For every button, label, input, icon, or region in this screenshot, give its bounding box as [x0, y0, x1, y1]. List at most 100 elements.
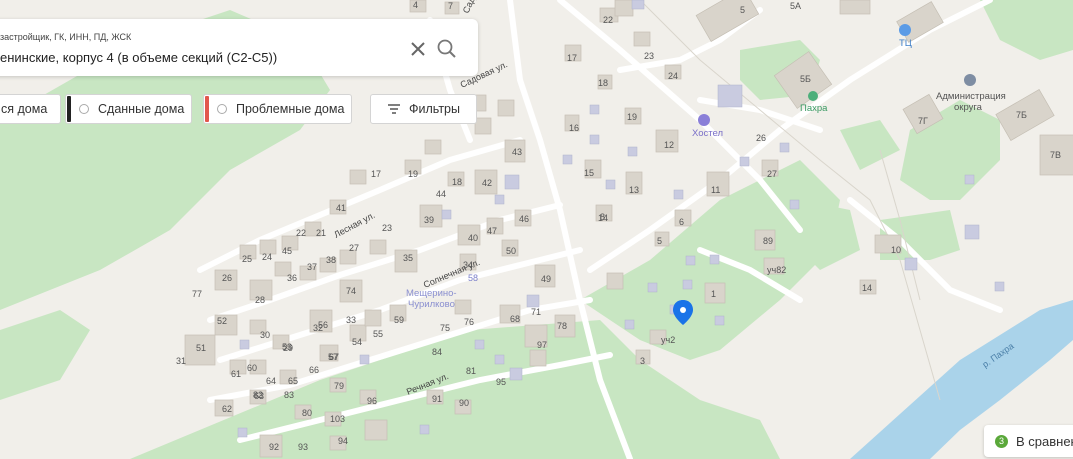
compare-button[interactable]: 3 В сравнен: [984, 425, 1073, 457]
house-number: 83: [284, 390, 294, 400]
filters-button[interactable]: Фильтры: [370, 94, 477, 124]
house-number: 38: [326, 255, 336, 265]
house-number: 23: [382, 223, 392, 233]
house-number: 1: [711, 289, 716, 299]
house-number: 29: [283, 343, 293, 353]
hostel-label: Хостел: [692, 128, 723, 139]
house-number: 62: [222, 404, 232, 414]
house-number: 97: [537, 340, 547, 350]
house-number: 21: [316, 228, 326, 238]
problem-radio[interactable]: [217, 104, 227, 114]
house-number: 51: [196, 343, 206, 353]
house-number: 4: [413, 0, 418, 10]
house-number: 58: [468, 273, 478, 283]
house-number: 68: [510, 314, 520, 324]
completed-houses-label: Сданные дома: [98, 102, 185, 116]
house-number: 78: [557, 321, 567, 331]
house-number: 6: [679, 217, 684, 227]
house-number: 16: [569, 123, 579, 133]
filters-label: Фильтры: [409, 102, 460, 116]
building-houses-button[interactable]: ся дома: [0, 94, 61, 124]
house-number: 24: [668, 71, 678, 81]
house-number: 52: [217, 316, 227, 326]
house-number: 8: [600, 212, 605, 222]
problem-houses-button[interactable]: Проблемные дома: [203, 94, 352, 124]
house-number: 89: [763, 236, 773, 246]
house-number: 93: [298, 442, 308, 452]
house-number: 11: [711, 185, 720, 195]
house-number: 67: [329, 352, 339, 362]
filter-icon: [388, 104, 400, 114]
house-number: 18: [598, 78, 608, 88]
house-number: 94: [338, 436, 348, 446]
house-number: 92: [269, 442, 279, 452]
house-number: 61: [231, 369, 241, 379]
admin-label-line: округа: [954, 102, 983, 113]
house-number: 5: [740, 5, 745, 15]
search-input[interactable]: енинские, корпус 4 (в объеме секций (С2-…: [0, 50, 277, 65]
house-number: 103: [330, 414, 345, 424]
house-number: 44: [436, 189, 446, 199]
tc-label: ТЦ: [899, 38, 912, 49]
house-number: 33: [346, 315, 356, 325]
house-number: 26: [222, 273, 232, 283]
house-number: 66: [309, 365, 319, 375]
house-number: 90: [459, 398, 469, 408]
house-number: 41: [336, 203, 346, 213]
house-number: 55: [373, 329, 383, 339]
house-number: 23: [644, 51, 654, 61]
house-number: 71: [531, 307, 541, 317]
compare-label: В сравнен: [1016, 433, 1073, 449]
house-number: 5А: [790, 1, 801, 11]
house-number: 13: [629, 185, 639, 195]
house-number: 18: [452, 177, 462, 187]
house-number: 43: [512, 147, 522, 157]
problem-marker: [205, 96, 209, 122]
house-number: 19: [408, 169, 418, 179]
house-number: 7В: [1050, 150, 1061, 160]
house-number: 3: [640, 356, 645, 366]
house-number: 17: [371, 169, 381, 179]
house-number: 26: [756, 133, 766, 143]
house-number: 59: [394, 315, 404, 325]
house-number: 81: [466, 366, 476, 376]
house-number: 27: [349, 243, 359, 253]
house-number: 42: [482, 178, 492, 188]
house-number: 7Б: [1016, 110, 1027, 120]
completed-houses-button[interactable]: Сданные дома: [65, 94, 192, 124]
house-number: 54: [352, 337, 362, 347]
house-number: уч2: [661, 335, 675, 345]
house-number: 7: [448, 1, 453, 11]
house-number: 56: [318, 320, 328, 330]
completed-radio[interactable]: [79, 104, 89, 114]
house-number: 49: [541, 274, 551, 284]
house-number: 77: [192, 289, 202, 299]
house-number: 40: [468, 233, 478, 243]
house-number: 74: [346, 286, 356, 296]
house-number: 5Б: [800, 74, 811, 84]
house-number: 12: [664, 140, 674, 150]
house-number: 10: [891, 245, 901, 255]
house-number: 79: [334, 381, 344, 391]
house-number: 7Г: [918, 116, 928, 126]
house-number: 22: [296, 228, 306, 238]
house-number: 28: [255, 295, 265, 305]
clear-icon[interactable]: [408, 39, 428, 59]
house-number: 24: [262, 252, 272, 262]
search-icon[interactable]: [436, 38, 458, 60]
pakhra-label: Пахра: [800, 103, 828, 114]
house-number: 25: [242, 254, 252, 264]
house-number: 35: [403, 253, 413, 263]
house-number: 30: [260, 330, 270, 340]
house-number: 50: [506, 246, 516, 256]
compare-count-badge: 3: [995, 434, 1008, 448]
house-number: 47: [487, 226, 497, 236]
house-number: 14: [862, 283, 872, 293]
house-number: 46: [519, 214, 529, 224]
search-panel: застройщик, ГК, ИНН, ПД, ЖСК енинские, к…: [0, 19, 478, 76]
village-label: Мещерино- Чурилково: [406, 288, 459, 310]
house-number: уч82: [767, 265, 786, 275]
house-number: 64: [266, 376, 276, 386]
house-number: 17: [567, 53, 577, 63]
house-number: 76: [464, 317, 474, 327]
